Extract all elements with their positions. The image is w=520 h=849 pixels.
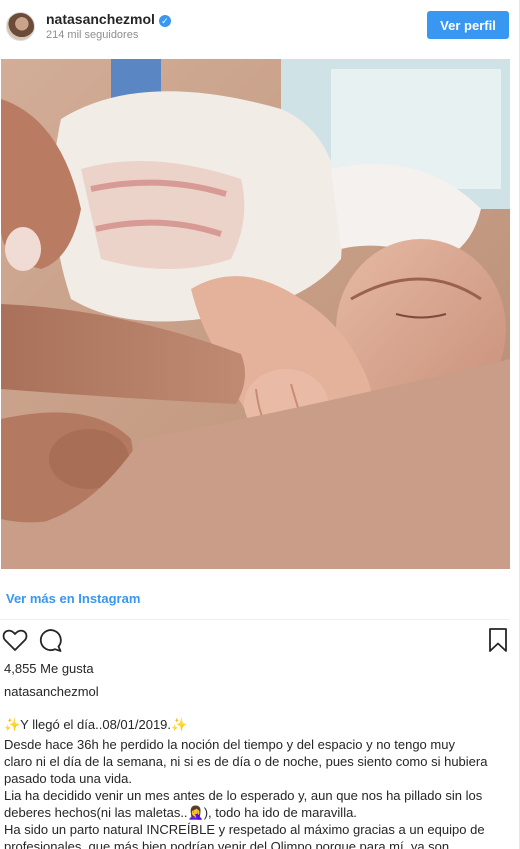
caption-username[interactable]: natasanchezmol bbox=[4, 684, 99, 699]
post-image-illustration bbox=[1, 59, 510, 569]
caption-line: profesionales, que más bien podrían veni… bbox=[4, 839, 450, 849]
post-image[interactable] bbox=[1, 59, 510, 569]
caption-line: claro ni el día de la semana, ni si es d… bbox=[4, 754, 488, 769]
caption-line: Ha sido un parto natural INCREÍBLE y res… bbox=[4, 822, 485, 837]
caption-line: pasado toda una vida. bbox=[4, 771, 132, 786]
bookmark-icon[interactable] bbox=[484, 626, 512, 654]
post-header: natasanchezmol ✓ 214 mil seguidores Ver p… bbox=[0, 0, 520, 54]
avatar[interactable] bbox=[6, 12, 35, 41]
caption-title: ✨Y llegó el día..08/01/2019.✨ bbox=[4, 717, 188, 732]
followers-count: 214 mil seguidores bbox=[46, 29, 139, 41]
caption-line: deberes hechos(ni las maletas..🤦‍♀️), to… bbox=[4, 805, 357, 820]
divider bbox=[0, 619, 510, 620]
likes-count[interactable]: 4,855 Me gusta bbox=[4, 661, 94, 676]
caption-line: Desde hace 36h he perdido la noción del … bbox=[4, 737, 455, 752]
profile-username[interactable]: natasanchezmol ✓ bbox=[46, 11, 171, 27]
comment-icon[interactable] bbox=[36, 626, 64, 654]
view-profile-button[interactable]: Ver perfil bbox=[427, 11, 509, 39]
caption-line: Lia ha decidido venir un mes antes de lo… bbox=[4, 788, 483, 803]
post-actions bbox=[0, 624, 520, 656]
username-text[interactable]: natasanchezmol bbox=[46, 11, 155, 27]
view-more-on-instagram-link[interactable]: Ver más en Instagram bbox=[6, 591, 140, 606]
verified-badge-icon: ✓ bbox=[158, 15, 171, 27]
instagram-embed-card: natasanchezmol ✓ 214 mil seguidores Ver p… bbox=[0, 0, 520, 849]
heart-icon[interactable] bbox=[1, 626, 29, 654]
post-caption: ✨Y llegó el día..08/01/2019.✨ Desde hace… bbox=[4, 716, 508, 849]
